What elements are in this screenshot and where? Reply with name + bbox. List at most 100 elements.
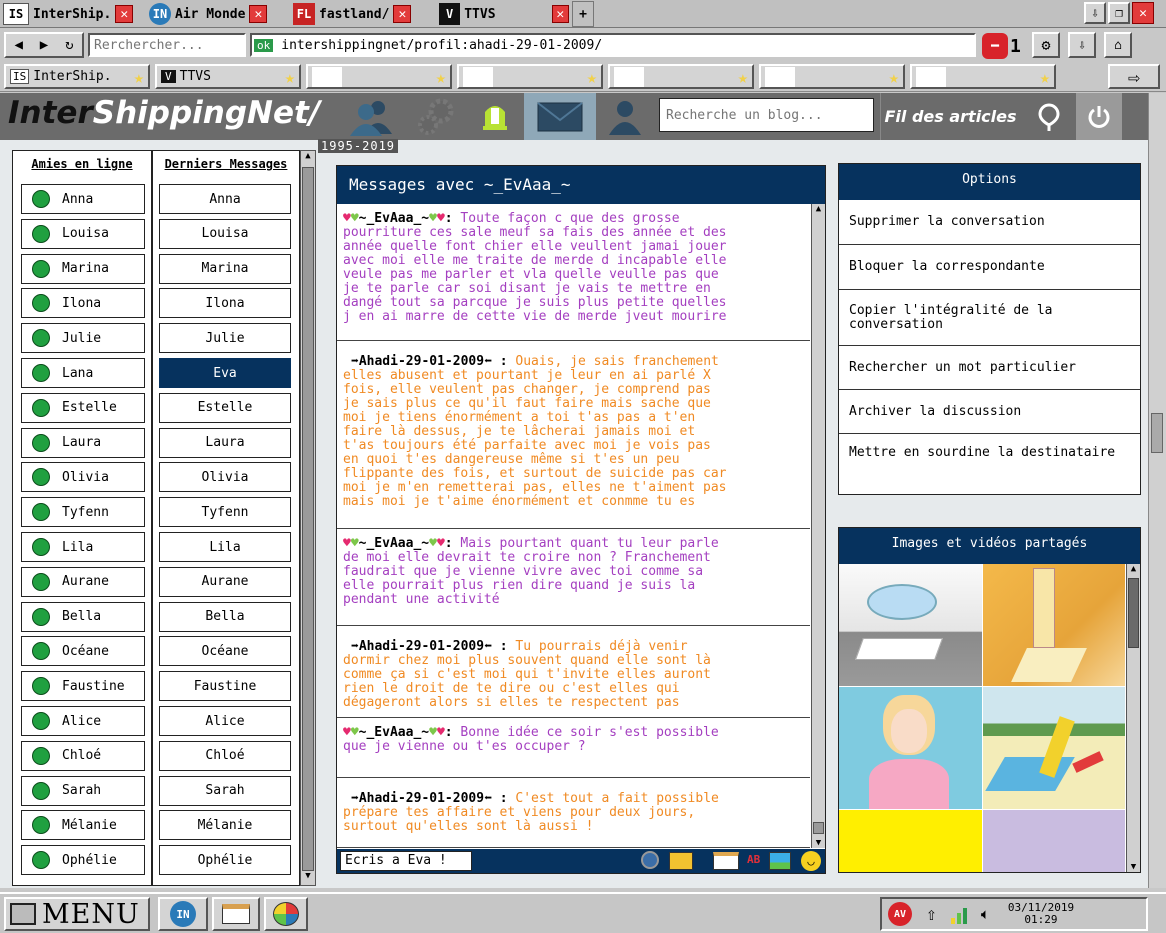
settings-gear-icon[interactable]: ⚙: [1032, 32, 1060, 58]
bookmark-intership[interactable]: IS InterShip. ★: [4, 64, 150, 89]
bookmark-empty[interactable]: ★: [306, 64, 452, 89]
tab-intership[interactable]: IS InterShip. ✕: [0, 1, 146, 27]
power-icon[interactable]: [1076, 93, 1122, 140]
recent-message-item[interactable]: Océane: [159, 636, 291, 667]
online-friend-item[interactable]: Alice: [21, 706, 145, 736]
sender-name[interactable]: ➡Ahadi-29-01-2009⬅ :: [351, 791, 515, 806]
friends-scroll-thumb[interactable]: [302, 167, 314, 871]
friends-scrollbar[interactable]: ▲ ▼: [300, 150, 316, 886]
antivirus-icon[interactable]: AV: [888, 902, 912, 926]
network-signal-icon[interactable]: [950, 904, 967, 924]
home-icon[interactable]: ⌂: [1104, 32, 1132, 58]
recent-message-item[interactable]: Chloé: [159, 740, 291, 771]
recent-message-item[interactable]: Anna: [159, 184, 291, 214]
media-scrollbar[interactable]: ▲ ▼: [1126, 564, 1140, 872]
bookmarks-more-arrow-icon[interactable]: ⇨: [1108, 64, 1160, 89]
taskbar-folder[interactable]: [212, 897, 260, 931]
online-friend-item[interactable]: Faustine: [21, 671, 145, 702]
media-thumb-yellow[interactable]: [839, 810, 982, 872]
bookmark-empty[interactable]: ★: [759, 64, 905, 89]
articles-feed-link[interactable]: Fil des articles: [880, 93, 1020, 140]
sender-name[interactable]: ♥♥~_EvAaa_~♥♥:: [343, 536, 460, 551]
recent-message-item[interactable]: Mélanie: [159, 810, 291, 841]
messages-envelope-icon[interactable]: [524, 93, 596, 140]
forward-icon[interactable]: ▶: [40, 37, 48, 53]
sender-name[interactable]: ➡Ahadi-29-01-2009⬅ :: [351, 354, 515, 369]
online-friend-item[interactable]: Ilona: [21, 288, 145, 319]
update-arrow-icon[interactable]: ⇧: [926, 904, 937, 925]
gears-icon[interactable]: [412, 93, 462, 140]
notification-bell-icon[interactable]: [470, 93, 520, 140]
restore-icon[interactable]: ❐: [1108, 2, 1130, 24]
back-icon[interactable]: ◀: [14, 37, 22, 53]
online-friend-item[interactable]: Océane: [21, 636, 145, 667]
recent-message-item[interactable]: Sarah: [159, 775, 291, 806]
recent-message-item[interactable]: Olivia: [159, 462, 291, 493]
recent-message-item[interactable]: Ophélie: [159, 845, 291, 876]
sender-name[interactable]: ♥♥~_EvAaa_~♥♥:: [343, 211, 460, 226]
close-icon[interactable]: ✕: [115, 5, 134, 23]
scroll-down-icon[interactable]: ▼: [301, 871, 315, 885]
online-friend-item[interactable]: Marina: [21, 253, 145, 284]
sender-name[interactable]: ♥♥~_EvAaa_~♥♥:: [343, 725, 460, 740]
online-friend-item[interactable]: Lana: [21, 358, 145, 388]
chat-scroll-thumb[interactable]: [813, 822, 824, 834]
online-friend-item[interactable]: Bella: [21, 601, 145, 632]
recent-message-item[interactable]: Bella: [159, 601, 291, 632]
volume-icon[interactable]: 🔈︎: [981, 905, 990, 923]
online-friend-item[interactable]: Ophélie: [21, 845, 145, 876]
close-icon[interactable]: ✕: [393, 5, 412, 23]
bookmark-empty[interactable]: ★: [608, 64, 754, 89]
window-close-icon[interactable]: ✕: [1132, 2, 1154, 24]
recent-message-item[interactable]: Ilona: [159, 288, 291, 319]
media-scroll-thumb[interactable]: [1128, 578, 1139, 648]
scroll-up-icon[interactable]: ▲: [301, 151, 315, 165]
online-friend-item[interactable]: Anna: [21, 184, 145, 214]
recent-message-item[interactable]: Estelle: [159, 392, 291, 423]
bookmark-empty[interactable]: ★: [457, 64, 603, 89]
minimize-icon[interactable]: ⇩: [1084, 2, 1106, 24]
recent-message-item[interactable]: Alice: [159, 706, 291, 736]
online-friend-item[interactable]: Estelle: [21, 392, 145, 423]
taskbar-air-monde[interactable]: IN: [158, 897, 208, 931]
new-tab-button[interactable]: +: [572, 1, 594, 27]
gallery-icon[interactable]: [669, 852, 693, 870]
image-icon[interactable]: [769, 852, 791, 870]
close-icon[interactable]: ✕: [551, 5, 569, 23]
browser-search-input[interactable]: [88, 33, 246, 57]
recent-message-item[interactable]: Laura: [159, 427, 291, 458]
media-thumb-playground[interactable]: [983, 687, 1125, 809]
blog-search-input[interactable]: [659, 98, 874, 132]
recent-message-item[interactable]: Faustine: [159, 671, 291, 702]
blocked-count[interactable]: ━ 1: [982, 33, 1021, 59]
option-item[interactable]: Rechercher un mot particulier: [839, 346, 1140, 390]
location-pin-icon[interactable]: [1024, 93, 1074, 140]
recent-message-item[interactable]: Tyfenn: [159, 497, 291, 528]
online-friend-item[interactable]: Laura: [21, 427, 145, 458]
recent-message-item[interactable]: Eva: [159, 358, 291, 388]
sender-name[interactable]: ➡Ahadi-29-01-2009⬅ :: [351, 639, 515, 654]
recent-message-item[interactable]: Aurane: [159, 566, 291, 597]
site-logo[interactable]: InterShippingNet/: [8, 95, 320, 131]
option-item[interactable]: Bloquer la correspondante: [839, 245, 1140, 290]
scroll-up-icon[interactable]: ▲: [1127, 564, 1140, 574]
online-friend-item[interactable]: Olivia: [21, 462, 145, 493]
media-thumb-avatar[interactable]: [839, 687, 982, 809]
friends-icon[interactable]: [340, 93, 402, 140]
clock[interactable]: 03/11/2019 01:29: [1008, 902, 1074, 926]
online-friend-item[interactable]: Louisa: [21, 218, 145, 249]
profile-icon[interactable]: [600, 93, 650, 140]
media-thumb-lilac[interactable]: [983, 810, 1125, 872]
tab-fastland[interactable]: FL fastland/ ✕: [290, 1, 436, 27]
online-friend-item[interactable]: Aurane: [21, 566, 145, 597]
chat-scrollbar[interactable]: ▲ ▼: [811, 204, 825, 848]
option-item[interactable]: Supprimer la conversation: [839, 200, 1140, 245]
online-friend-item[interactable]: Tyfenn: [21, 497, 145, 528]
scroll-down-icon[interactable]: ▼: [812, 838, 825, 848]
close-icon[interactable]: ✕: [249, 5, 268, 23]
start-menu-button[interactable]: MENU: [4, 897, 150, 931]
option-item[interactable]: Mettre en sourdine la destinataire: [839, 434, 1140, 494]
tab-ttvs[interactable]: V TTVS ✕: [436, 1, 572, 27]
emoji-icon[interactable]: ◡: [801, 851, 821, 871]
option-item[interactable]: Archiver la discussion: [839, 390, 1140, 434]
